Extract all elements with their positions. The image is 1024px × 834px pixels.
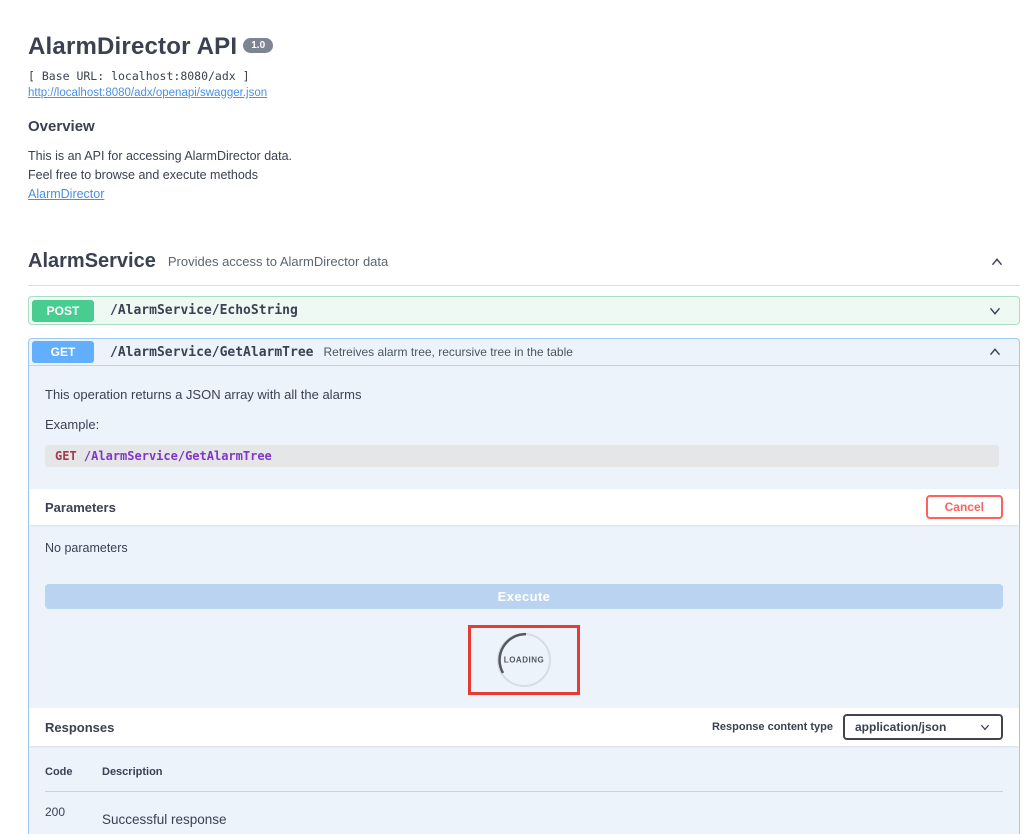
loading-spinner: LOADING [496,632,552,688]
opblock-body: This operation returns a JSON array with… [29,366,1019,834]
api-description-line2: Feel free to browse and execute methods [28,167,258,182]
api-info-section: AlarmDirector API 1.0 [ Base URL: localho… [28,0,1020,203]
overview-heading: Overview [28,118,95,135]
example-label: Example: [45,417,100,433]
tag-description: Provides access to AlarmDirector data [167,254,389,270]
swagger-ui-page: AlarmDirector API 1.0 [ Base URL: localho… [28,0,1020,834]
post-path: /AlarmService/EchoString [110,303,298,319]
tag-section-header[interactable]: AlarmService Provides access to AlarmDir… [28,250,1020,287]
loading-row: LOADING [29,625,1019,696]
api-description: This is an API for accessing AlarmDirect… [28,147,1020,203]
page-title: AlarmDirector API 1.0 [28,33,1020,61]
opblock-summary-get[interactable]: GET /AlarmService/GetAlarmTree Retreives… [29,339,1019,367]
api-description-line1: This is an API for accessing AlarmDirect… [28,149,292,163]
responses-header: Responses Response content type applicat… [29,708,1019,747]
chevron-up-icon[interactable] [986,343,1004,361]
response-code: 200 [45,805,66,820]
base-url: [ Base URL: localhost:8080/adx ] [28,69,250,83]
operation-description-block: This operation returns a JSON array with… [29,366,1019,468]
get-method-badge: GET [32,341,94,364]
opblock-post-echostring: POST /AlarmService/EchoString [28,296,1020,326]
no-parameters-text: No parameters [45,541,128,556]
api-title: AlarmDirector API [28,33,238,60]
alarmdirector-link[interactable]: AlarmDirector [28,187,104,201]
get-summary-text: Retreives alarm tree, recursive tree in … [323,345,573,360]
response-content-type-value: application/json [855,720,947,735]
get-path: /AlarmService/GetAlarmTree [110,344,314,360]
execute-button[interactable]: Execute [45,584,1003,610]
version-badge: 1.0 [243,37,274,53]
chevron-up-icon[interactable] [988,253,1006,271]
example-code-block: GET /AlarmService/GetAlarmTree [45,445,999,468]
chevron-down-icon[interactable] [986,302,1004,320]
response-description: Successful response [102,812,227,828]
response-content-type-label: Response content type [711,721,833,734]
example-code-method: GET [55,449,77,464]
post-method-badge: POST [32,299,94,322]
response-content-type-select[interactable]: application/json [843,714,1003,741]
code-column-header: Code [45,766,73,779]
execute-wrapper: Execute [29,561,1019,610]
cancel-button[interactable]: Cancel [925,495,1003,520]
loading-label: LOADING [503,655,545,665]
spec-link[interactable]: http://localhost:8080/adx/openapi/swagge… [28,87,267,99]
responses-table-header: Code Description [45,766,1003,793]
responses-title: Responses [45,719,115,735]
responses-body: Code Description 200 Successful response… [29,746,1019,834]
tag-name: AlarmService [28,250,156,273]
opblock-summary-post[interactable]: POST /AlarmService/EchoString [29,297,1019,324]
response-row-200: 200 Successful response Example Value Mo… [45,792,1003,834]
response-content-type-wrap: Response content type application/json [711,714,1003,741]
response-description-cell: Successful response Example Value Model … [102,805,1003,834]
operation-description: This operation returns a JSON array with… [45,387,362,403]
parameters-title: Parameters [45,499,116,515]
red-annotation-box: LOADING [468,625,580,696]
opblock-get-getalarmtree: GET /AlarmService/GetAlarmTree Retreives… [28,338,1020,834]
parameters-header: Parameters Cancel [29,489,1019,526]
chevron-down-icon [979,721,991,733]
example-code-path: /AlarmService/GetAlarmTree [83,449,272,464]
description-column-header: Description [102,766,163,779]
